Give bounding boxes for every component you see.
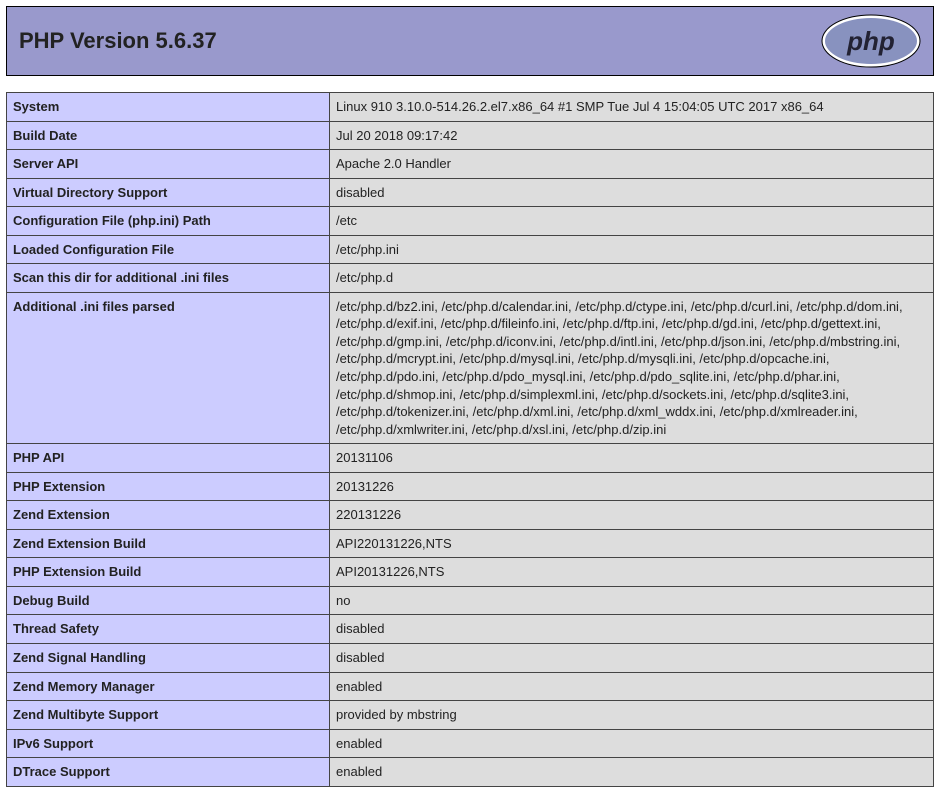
info-value: API220131226,NTS	[330, 529, 934, 558]
phpinfo-page: PHP Version 5.6.37 php SystemLinux 910 3…	[0, 0, 940, 793]
info-value: /etc/php.d	[330, 264, 934, 293]
info-key: PHP API	[7, 444, 330, 473]
info-row: PHP Extension BuildAPI20131226,NTS	[7, 558, 934, 587]
info-row: Loaded Configuration File/etc/php.ini	[7, 235, 934, 264]
info-value: 20131106	[330, 444, 934, 473]
info-value: enabled	[330, 672, 934, 701]
info-row: Zend Extension BuildAPI220131226,NTS	[7, 529, 934, 558]
info-value: provided by mbstring	[330, 701, 934, 730]
info-value: /etc/php.ini	[330, 235, 934, 264]
info-key: DTrace Support	[7, 758, 330, 787]
info-key: Scan this dir for additional .ini files	[7, 264, 330, 293]
info-value: Linux 910 3.10.0-514.26.2.el7.x86_64 #1 …	[330, 93, 934, 122]
info-value: enabled	[330, 729, 934, 758]
info-row: Zend Multibyte Supportprovided by mbstri…	[7, 701, 934, 730]
info-key: Thread Safety	[7, 615, 330, 644]
info-key: Build Date	[7, 121, 330, 150]
info-row: Scan this dir for additional .ini files/…	[7, 264, 934, 293]
info-row: PHP API20131106	[7, 444, 934, 473]
info-row: IPv6 Supportenabled	[7, 729, 934, 758]
info-value: /etc/php.d/bz2.ini, /etc/php.d/calendar.…	[330, 292, 934, 443]
info-value: 20131226	[330, 472, 934, 501]
php-logo-text: php	[846, 26, 895, 56]
info-value: disabled	[330, 615, 934, 644]
info-value: /etc	[330, 207, 934, 236]
info-value: enabled	[330, 758, 934, 787]
info-row: Virtual Directory Supportdisabled	[7, 178, 934, 207]
info-key: Zend Signal Handling	[7, 644, 330, 673]
info-row: DTrace Supportenabled	[7, 758, 934, 787]
info-key: Virtual Directory Support	[7, 178, 330, 207]
info-key: Zend Extension Build	[7, 529, 330, 558]
header-bar: PHP Version 5.6.37 php	[6, 6, 934, 76]
info-key: Server API	[7, 150, 330, 179]
info-row: Additional .ini files parsed/etc/php.d/b…	[7, 292, 934, 443]
php-logo: php	[821, 14, 921, 68]
info-row: Configuration File (php.ini) Path/etc	[7, 207, 934, 236]
info-value: 220131226	[330, 501, 934, 530]
info-value: Apache 2.0 Handler	[330, 150, 934, 179]
info-key: Zend Extension	[7, 501, 330, 530]
info-key: Zend Memory Manager	[7, 672, 330, 701]
info-row: Zend Memory Managerenabled	[7, 672, 934, 701]
info-table-body: SystemLinux 910 3.10.0-514.26.2.el7.x86_…	[7, 93, 934, 787]
info-row: PHP Extension20131226	[7, 472, 934, 501]
info-key: Loaded Configuration File	[7, 235, 330, 264]
info-value: Jul 20 2018 09:17:42	[330, 121, 934, 150]
info-row: SystemLinux 910 3.10.0-514.26.2.el7.x86_…	[7, 93, 934, 122]
info-row: Zend Signal Handlingdisabled	[7, 644, 934, 673]
info-value: disabled	[330, 178, 934, 207]
info-key: Zend Multibyte Support	[7, 701, 330, 730]
info-key: Debug Build	[7, 586, 330, 615]
info-row: Zend Extension220131226	[7, 501, 934, 530]
page-title: PHP Version 5.6.37	[19, 28, 217, 54]
info-row: Build DateJul 20 2018 09:17:42	[7, 121, 934, 150]
info-value: disabled	[330, 644, 934, 673]
info-row: Server APIApache 2.0 Handler	[7, 150, 934, 179]
info-key: IPv6 Support	[7, 729, 330, 758]
info-row: Thread Safetydisabled	[7, 615, 934, 644]
info-table: SystemLinux 910 3.10.0-514.26.2.el7.x86_…	[6, 92, 934, 787]
info-key: Configuration File (php.ini) Path	[7, 207, 330, 236]
info-key: PHP Extension Build	[7, 558, 330, 587]
info-key: PHP Extension	[7, 472, 330, 501]
info-key: System	[7, 93, 330, 122]
info-value: no	[330, 586, 934, 615]
info-value: API20131226,NTS	[330, 558, 934, 587]
info-row: Debug Buildno	[7, 586, 934, 615]
info-key: Additional .ini files parsed	[7, 292, 330, 443]
